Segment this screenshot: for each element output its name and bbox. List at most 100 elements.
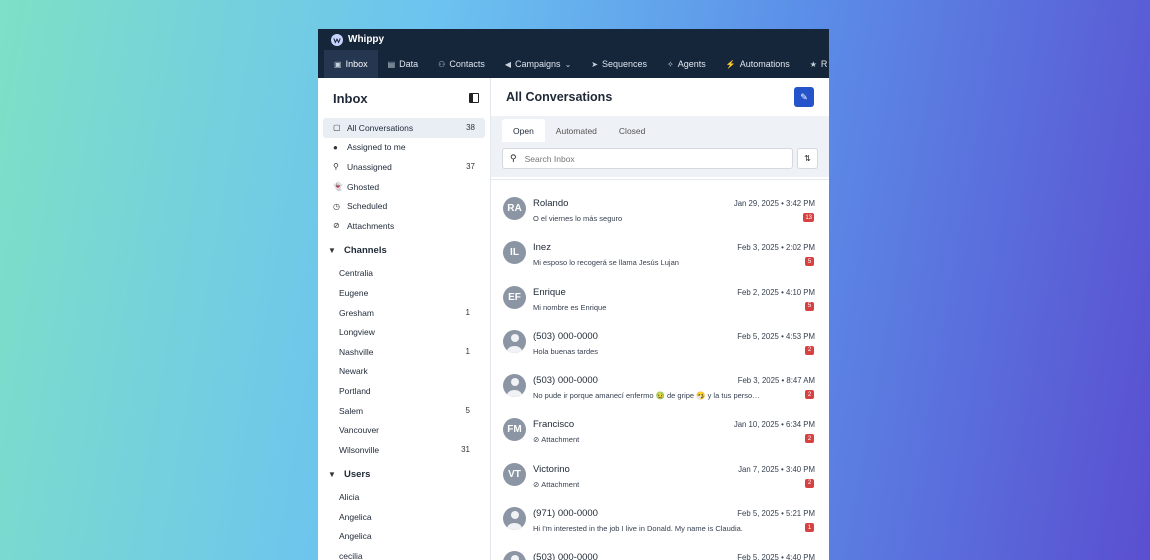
nav-item-agents[interactable]: ✧ Agents [657,50,716,78]
compose-button[interactable]: ✎ [794,87,814,107]
sidebar-item-assigned-to-me[interactable]: ● Assigned to me [323,138,485,158]
channel-label: Portland [339,385,371,396]
sidebar-item-scheduled[interactable]: ◷ Scheduled [323,196,485,216]
channels-section-toggle[interactable]: ▼ Channels [323,238,485,264]
timestamp: Feb 3, 2025 • 2:02 PM [737,243,815,253]
channel-item[interactable]: Salem 5 [323,401,485,421]
sidebar-item-count: 37 [466,162,475,172]
conversation-row[interactable]: VT Victorino ⊘ Attachment Jan 7, 2025 • 3:40… [491,446,829,490]
conversation-row[interactable]: (503) 000-0000 Hola buenas tardes Feb 5, 2… [491,313,829,357]
chevron-down-icon: ▼ [328,246,336,256]
nav-item-automations[interactable]: ⚡ Automations [716,50,800,78]
sidebar-item-label: Attachments [347,220,395,231]
channel-item[interactable]: Wilsonville 31 [323,440,485,460]
channel-item[interactable]: Gresham 1 [323,303,485,323]
conversation-row[interactable]: FM Francisco ⊘ Attachment Jan 10, 2025 • 6:3… [491,401,829,445]
nav-item-label: Sequences [601,59,648,69]
sidebar-title: Inbox [333,90,368,106]
unread-badge: 2 [805,345,814,355]
unread-badge: 2 [805,434,814,444]
avatar: FM [503,418,526,442]
timestamp: Feb 5, 2025 • 4:53 PM [737,331,815,341]
message-preview-text: Mi esposo lo recogerá se llama Jesús Luj… [533,258,679,268]
nav-item-label: Automations [739,59,790,69]
sidebar-item-label: Scheduled [347,201,388,212]
conversation-row[interactable]: (971) 000-0000 Hi I'm interested in the j… [491,490,829,534]
conversations-icon: ▢ [333,123,341,133]
conversation-row[interactable]: (503) 000-0000 No pude ir porque amanecí … [491,357,829,401]
contact-name: Victorino [533,463,570,475]
nav-item-label: Contacts [449,59,485,69]
pencil-icon: ✎ [800,91,808,102]
sidebar-item-all-conversations[interactable]: ▢ All Conversations 38 [323,118,485,138]
avatar: EF [503,285,526,309]
nav-item-label: Data [399,59,419,69]
channel-item[interactable]: Portland [323,381,485,401]
filter-button[interactable]: ⇅ [797,148,818,169]
channel-count: 5 [465,406,470,416]
sidebar-toggle-icon[interactable] [469,93,479,103]
clock-icon: ◷ [333,201,340,211]
search-box: ⚲ [502,148,793,169]
users-title: Users [344,469,371,480]
sort-icon: ⇅ [804,154,811,163]
conversation-row[interactable]: EF Enrique Mi nombre es Enrique Feb 2, 2025… [491,269,829,313]
nav-item-data[interactable]: ▤ Data [378,50,429,78]
tab-automated[interactable]: Automated [545,119,608,142]
nav-item-inbox[interactable]: ▣ Inbox [324,50,378,78]
inbox-icon: ▣ [334,59,342,69]
main-nav: ▣ Inbox ▤ Data ⚇ Contacts ◀ Campaigns ⌄ ➤ Sequence… [318,50,829,78]
nav-item-label: Inbox [345,59,368,69]
user-label: Angelica [339,511,372,522]
contact-name: (503) 000-0000 [533,375,598,387]
page-title: All Conversations [506,90,613,104]
sidebar-item-ghosted[interactable]: 👻 Ghosted [323,177,485,197]
nav-item-sequences[interactable]: ➤ Sequences [581,50,657,78]
nav-item-contacts[interactable]: ⚇ Contacts [428,50,495,78]
message-preview-text: Attachment [541,479,580,489]
unread-badge: 5 [805,257,814,267]
message-preview: Hi I'm interested in the job I live in D… [533,524,761,533]
unread-badge: 2 [805,478,814,488]
users-section-toggle[interactable]: ▼ Users [323,462,485,488]
sidebar-item-label: Ghosted [347,181,380,192]
user-item[interactable]: cecilia [323,546,485,560]
user-item[interactable]: Alicia [323,488,485,508]
nav-item-label: Agents [677,59,706,69]
tab-open[interactable]: Open [502,119,545,142]
channel-item[interactable]: Centralia [323,264,485,284]
automations-icon: ⚡ [725,59,736,69]
unread-badge: 2 [805,390,814,400]
avatar: RA [503,197,526,220]
nav-item-campaigns[interactable]: ◀ Campaigns ⌄ [495,50,581,78]
top-bar: Whippy [318,29,829,50]
user-item[interactable]: Angelica [323,507,485,527]
conversation-row[interactable]: (503) 000-0000 Feb 5, 2025 • 4:40 PM [491,534,829,560]
channel-item[interactable]: Vancouver [323,420,485,440]
message-preview-text: Hola buenas tardes [533,346,599,356]
contact-name: Enrique [533,286,566,298]
channel-item[interactable]: Eugene [323,283,485,303]
channel-count: 1 [465,308,470,318]
contacts-icon: ⚇ [438,59,446,69]
message-preview-text: Mi nombre es Enrique [533,302,607,312]
channel-label: Salem [339,405,364,416]
message-preview: ⊘ Attachment [533,435,761,444]
channel-item[interactable]: Newark [323,362,485,382]
search-input[interactable] [524,153,785,164]
user-minus-icon: ⚲ [333,162,339,172]
sidebar-item-unassigned[interactable]: ⚲ Unassigned 37 [323,157,485,177]
nav-item-r[interactable]: ★ R [800,50,829,78]
message-preview: O el viernes lo más seguro [533,214,761,223]
channel-item[interactable]: Nashville 1 [323,342,485,362]
channel-item[interactable]: Longview [323,322,485,342]
sidebar-item-attachments[interactable]: ⊘ Attachments [323,216,485,236]
search-icon: ⚲ [510,153,517,163]
contact-name: Francisco [533,419,575,431]
user-circle-icon: ● [333,142,338,152]
user-item[interactable]: Angelica [323,527,485,547]
conversation-row[interactable]: RA Rolando O el viernes lo más seguro Jan 2… [491,180,829,224]
sidebar-item-label: All Conversations [347,122,414,133]
tab-closed[interactable]: Closed [608,119,656,142]
conversation-row[interactable]: IL Inez Mi esposo lo recogerá se llama Jes… [491,224,829,268]
